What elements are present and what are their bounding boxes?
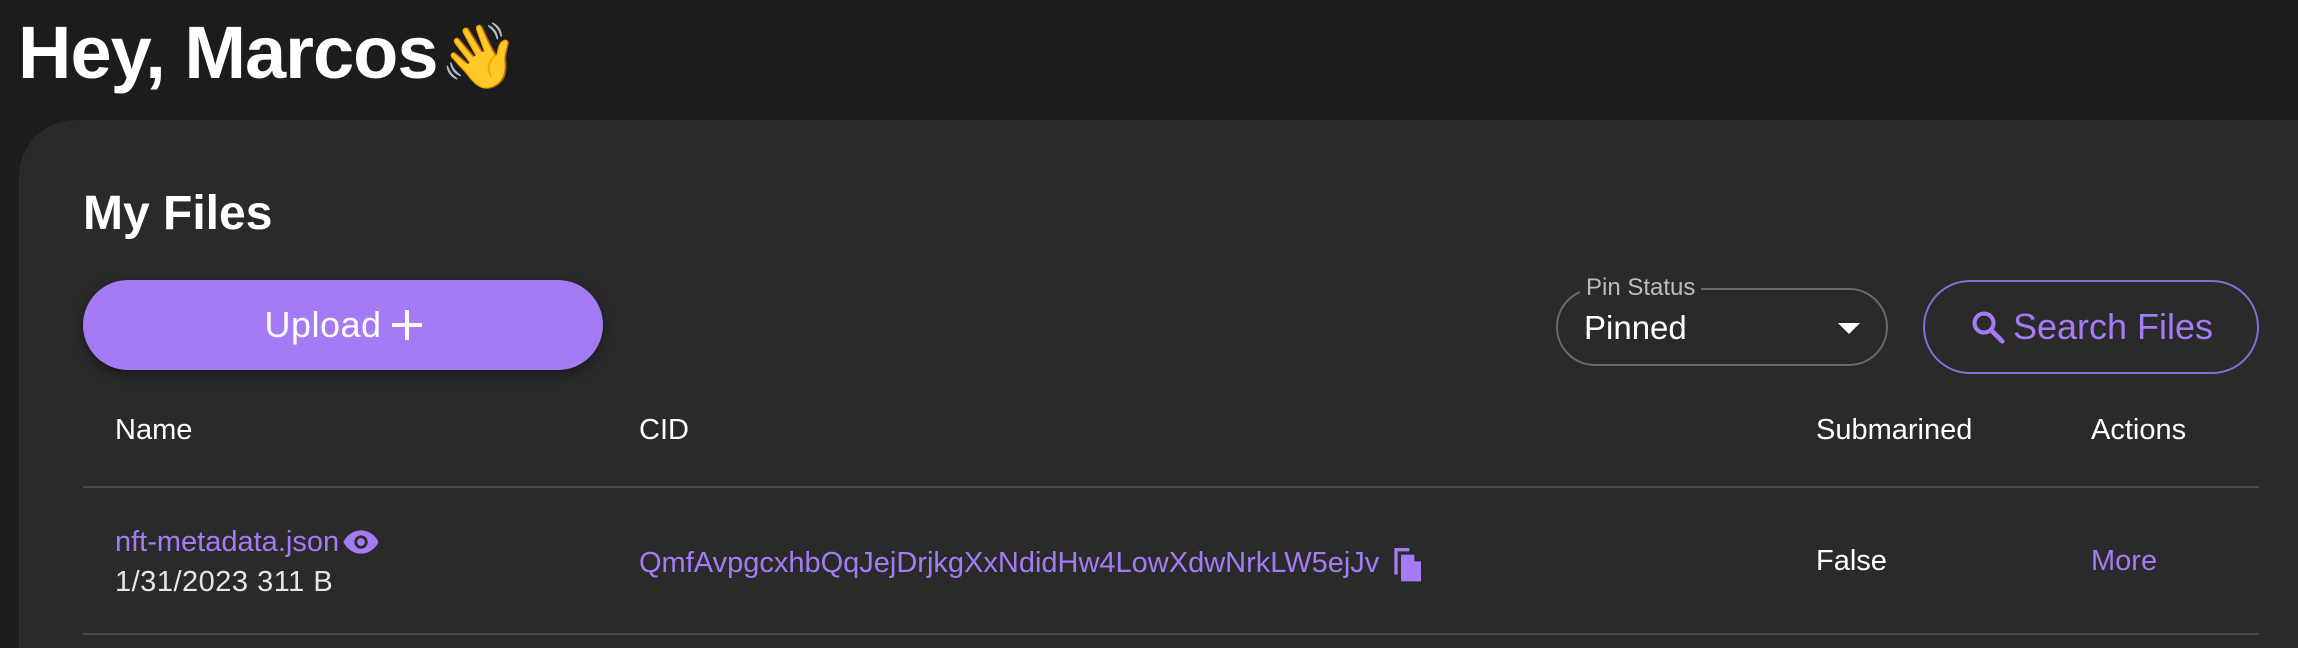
upload-label: Upload — [264, 304, 382, 345]
search-files-label: Search Files — [2012, 306, 2214, 347]
search-files-button[interactable]: Search Files — [1923, 280, 2259, 374]
upload-button[interactable]: Upload — [83, 280, 603, 370]
copy-icon[interactable] — [1389, 543, 1423, 583]
row-divider — [83, 633, 2259, 635]
column-header-submarined[interactable]: Submarined — [1816, 412, 1972, 448]
cid-value: QmfAvpgcxhbQqJejDrjkgXxNdidHw4LowXdwNrkL… — [639, 547, 1380, 579]
plus-icon — [391, 310, 422, 340]
file-meta: 1/31/2023 311 B — [115, 566, 334, 598]
pin-status-select[interactable]: Pin Status Pinned — [1556, 273, 1888, 366]
pin-status-legend: Pin Status — [1580, 273, 1702, 303]
greeting-heading: Hey, Marcos👋 — [18, 8, 520, 101]
cid-link[interactable]: QmfAvpgcxhbQqJejDrjkgXxNdidHw4LowXdwNrkL… — [639, 543, 1423, 583]
pin-status-value: Pinned — [1584, 309, 1687, 346]
file-name: nft-metadata.json — [115, 526, 340, 558]
greeting-text: Hey, Marcos — [18, 11, 438, 94]
column-header-actions: Actions — [2091, 414, 2187, 446]
eye-icon[interactable] — [341, 527, 381, 557]
page: Hey, Marcos👋 My Files Upload Pin Status … — [0, 0, 2298, 648]
column-header-name[interactable]: Name — [115, 412, 192, 448]
chevron-down-icon — [1838, 323, 1860, 334]
more-actions-link[interactable]: More — [2091, 543, 2157, 579]
header-divider — [83, 486, 2259, 488]
column-header-cid[interactable]: CID — [639, 412, 689, 448]
search-icon — [1972, 311, 2005, 344]
file-name-link[interactable]: nft-metadata.json — [115, 524, 381, 560]
submarined-value: False — [1816, 545, 1887, 577]
wave-emoji: 👋 — [439, 20, 520, 92]
section-title: My Files — [83, 187, 273, 240]
